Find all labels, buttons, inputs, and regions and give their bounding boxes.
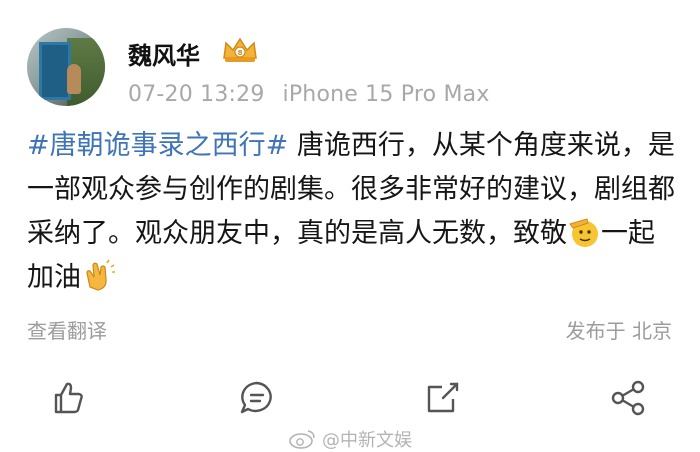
post-time: 07-20 13:29 — [128, 82, 265, 107]
salute-emoji-icon — [569, 218, 598, 247]
post-location: 发布于 北京 — [565, 319, 672, 343]
watermark-text: @中新文娱 — [322, 430, 412, 451]
translate-link[interactable]: 查看翻译 — [27, 315, 107, 344]
like-icon[interactable] — [48, 378, 88, 418]
share-icon[interactable] — [423, 378, 463, 418]
watermark: @中新文娱 — [288, 426, 412, 452]
post-device: iPhone 15 Pro Max — [282, 82, 490, 107]
svg-text:8: 8 — [238, 49, 243, 57]
crown-badge-icon: 8 — [223, 37, 257, 62]
action-bar — [0, 370, 700, 426]
clapping-hands-emoji-icon — [86, 259, 115, 291]
weibo-eye-icon — [289, 430, 315, 449]
comment-icon[interactable] — [237, 378, 277, 418]
avatar-figure — [67, 64, 81, 94]
post-content: #唐朝诡事录之西行# 唐诡西行，从某个角度来说，是一部观众参与创作的剧集。很多非… — [27, 124, 675, 300]
post-meta: 07-20 13:29 iPhone 15 Pro Max — [128, 82, 490, 107]
username[interactable]: 魏风华 — [128, 36, 200, 71]
avatar[interactable] — [27, 28, 105, 106]
more-share-icon[interactable] — [609, 378, 649, 418]
hashtag-link[interactable]: #唐朝诡事录之西行# — [27, 130, 288, 161]
